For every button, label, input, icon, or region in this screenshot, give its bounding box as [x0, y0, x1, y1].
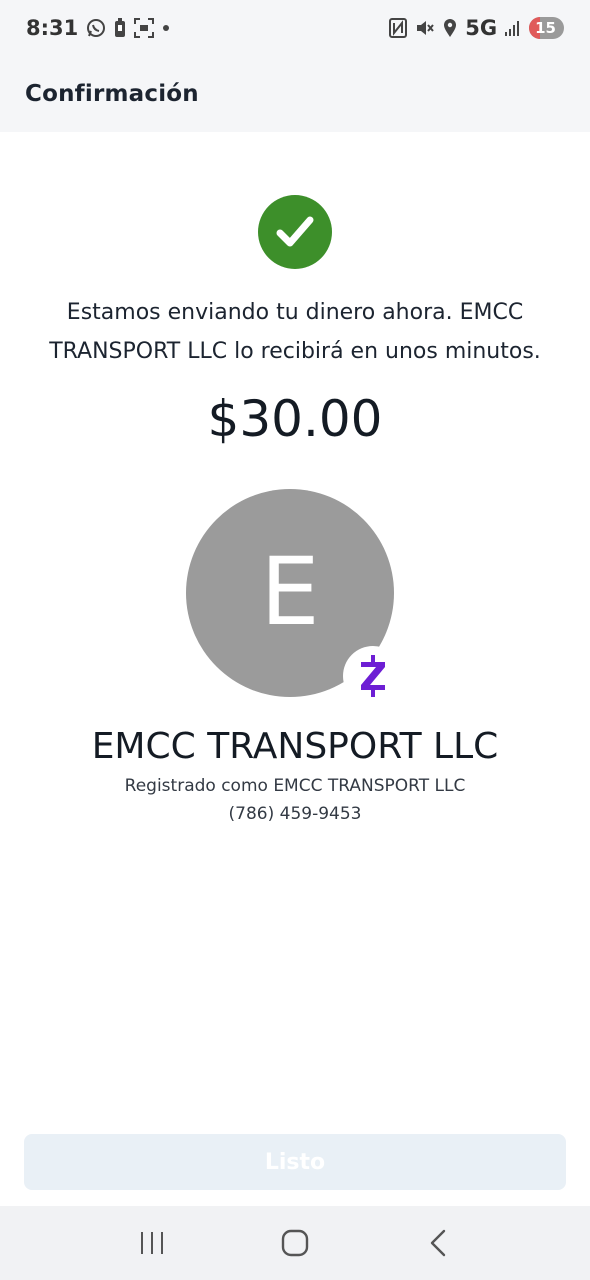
status-bar: 8:31 5G 15 — [0, 0, 590, 56]
screenshot-icon — [134, 18, 155, 38]
recipient-registered-as: Registrado como EMCC TRANSPORT LLC — [124, 776, 466, 796]
dot-icon — [162, 24, 170, 32]
recent-apps-icon[interactable] — [122, 1218, 182, 1268]
network-type: 5G — [465, 16, 498, 40]
battery-indicator: 15 — [529, 17, 564, 39]
signal-icon — [505, 19, 521, 37]
battery-level: 15 — [535, 19, 556, 37]
status-time: 8:31 — [26, 16, 79, 40]
whatsapp-icon — [86, 18, 106, 38]
avatar-initial: E — [260, 538, 320, 647]
mute-icon — [415, 18, 435, 38]
recipient-name: EMCC TRANSPORT LLC — [91, 726, 499, 767]
system-nav-bar — [0, 1206, 590, 1280]
recipient-phone: (786) 459-9453 — [228, 804, 362, 824]
home-icon[interactable] — [265, 1218, 325, 1268]
confirmation-message: Estamos enviando tu dinero ahora. EMCC T… — [49, 300, 541, 364]
success-check-icon — [258, 195, 332, 269]
nfc-icon — [389, 18, 408, 38]
location-icon — [443, 18, 457, 38]
zelle-logo-icon — [343, 646, 403, 706]
battery-saver-icon — [114, 18, 126, 38]
back-icon[interactable] — [408, 1218, 468, 1268]
app-header: Confirmación — [0, 56, 590, 132]
done-button[interactable]: Listo — [24, 1134, 566, 1190]
sent-amount: $30.00 — [207, 390, 383, 448]
page-title: Confirmación — [25, 81, 199, 107]
